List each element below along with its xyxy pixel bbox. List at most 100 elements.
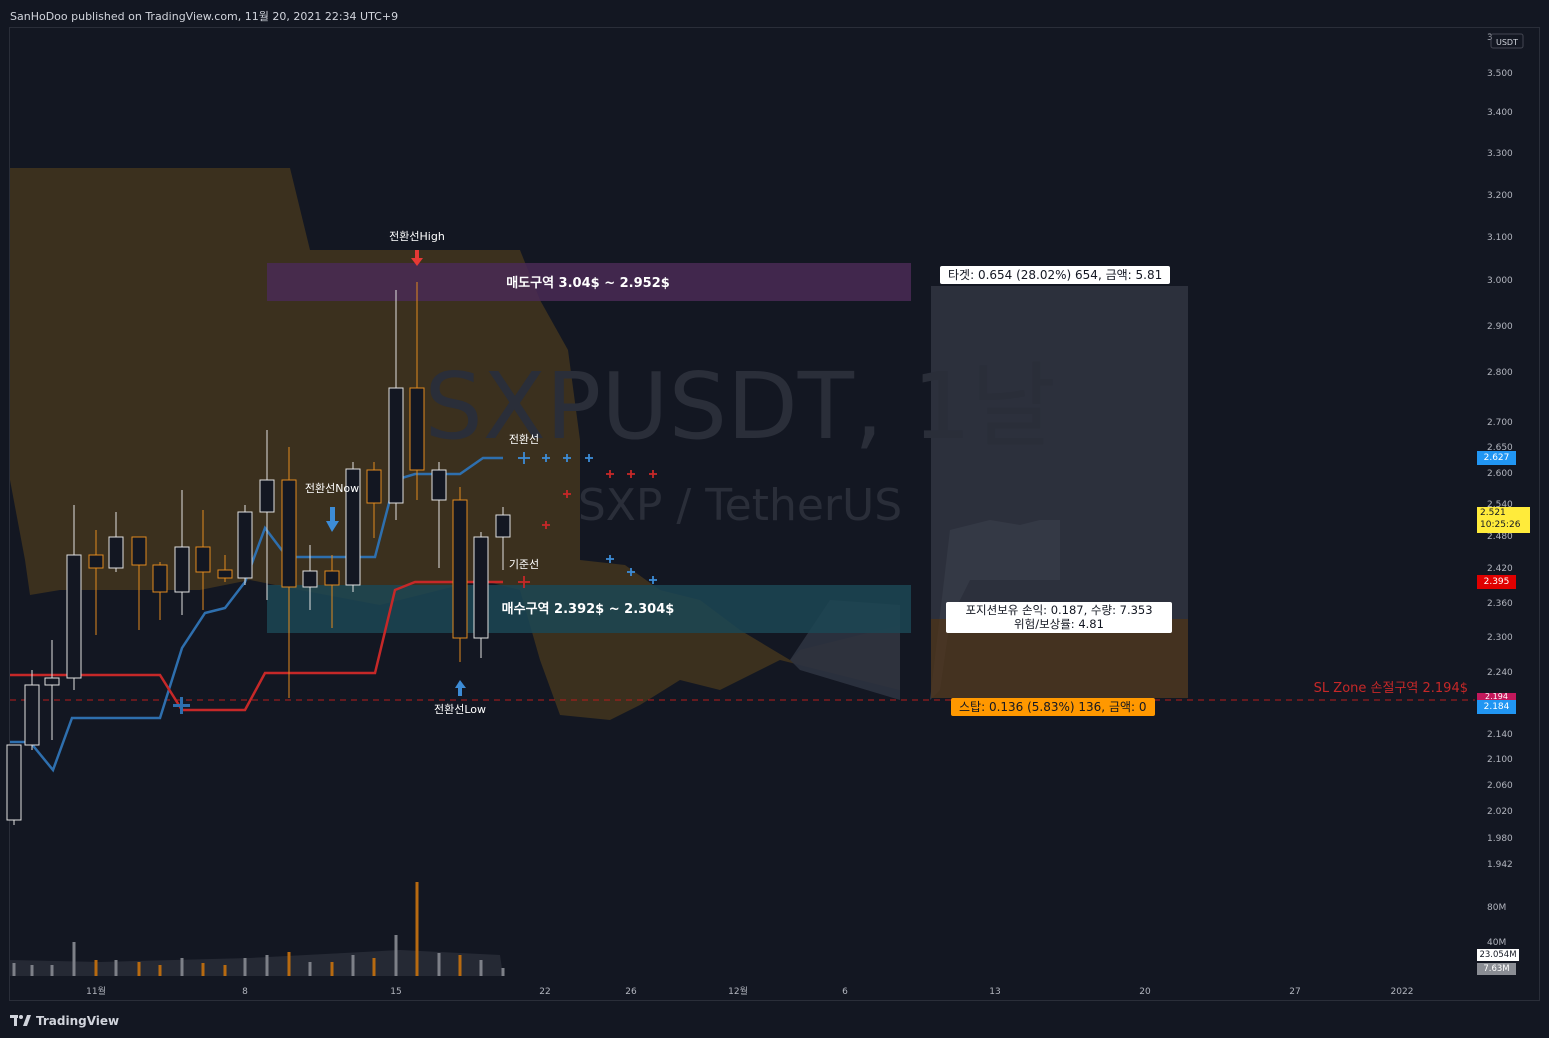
candle-body <box>66 554 82 679</box>
time-tick: 2022 <box>1391 987 1414 997</box>
time-tick: 6 <box>842 987 848 997</box>
candle-body <box>44 677 60 686</box>
candle-body <box>195 546 211 573</box>
price-tick: 3.500 <box>1487 69 1513 79</box>
volume-bar <box>243 958 247 976</box>
price-tick: 3.000 <box>1487 276 1513 286</box>
time-tick: 13 <box>989 987 1000 997</box>
volume-badge-2: 7.63M <box>1477 963 1516 975</box>
volume-bar <box>479 960 483 976</box>
base-line-label: 기준선 <box>509 558 539 571</box>
candle-body <box>431 469 447 501</box>
candle-body <box>108 536 124 569</box>
volume-bar <box>437 953 441 976</box>
price-tick: 2.300 <box>1487 633 1513 643</box>
price-tick: 1.980 <box>1487 834 1513 844</box>
price-tick: 2.020 <box>1487 807 1513 817</box>
volume-bar <box>501 968 505 976</box>
volume-bar <box>415 882 419 976</box>
candle-body <box>6 744 22 821</box>
sell-zone-label: 매도구역 3.04$ ~ 2.952$ <box>506 275 670 291</box>
target-text: 타겟: 0.654 (28.02%) 654, 금액: 5.81 <box>948 268 1163 282</box>
candle-body <box>495 514 511 538</box>
time-tick: 15 <box>390 987 401 997</box>
candle-body <box>152 564 168 593</box>
price-tick: 2.480 <box>1487 532 1513 542</box>
volume-bar <box>72 942 76 976</box>
volume-bar <box>330 962 334 976</box>
buy-zone-label: 매수구역 2.392$ ~ 2.304$ <box>502 601 675 617</box>
risk-reward-text: 위험/보상률: 4.81 <box>1014 617 1104 631</box>
time-tick: 8 <box>242 987 248 997</box>
time-tick: 26 <box>625 987 637 997</box>
candle-body <box>259 479 275 513</box>
stop-label[interactable]: 스탑: 0.136 (5.83%) 136, 금액: 0 <box>951 698 1155 716</box>
volume-bar <box>12 963 16 976</box>
price-tick: 2.700 <box>1487 418 1513 428</box>
volume-bar <box>458 955 462 976</box>
candle-body <box>131 536 147 566</box>
tradingview-logo-icon <box>10 1015 31 1026</box>
stop-text: 스탑: 0.136 (5.83%) 136, 금액: 0 <box>959 700 1147 714</box>
watermark-pair: SXP / TetherUS <box>578 480 902 531</box>
stop-price-badge: 2.184 <box>1477 700 1516 714</box>
candle-body <box>217 569 233 579</box>
conv-low-label: 전환선Low <box>434 703 486 716</box>
conv-high-label: 전환선High <box>389 230 445 243</box>
time-tick: 22 <box>539 987 550 997</box>
price-tick: 2.900 <box>1487 322 1513 332</box>
price-tick: 2.240 <box>1487 668 1513 678</box>
price-axis[interactable]: 33.5003.4003.3003.2003.1003.0002.9002.80… <box>1487 33 1513 948</box>
volume-bar <box>30 965 34 976</box>
target-label[interactable]: 타겟: 0.654 (28.02%) 654, 금액: 5.81 <box>940 266 1171 284</box>
candle-body <box>281 479 297 588</box>
price-tick: 40M <box>1487 938 1506 948</box>
volume-bar <box>372 958 376 976</box>
price-tick: 3.100 <box>1487 233 1513 243</box>
volume-ma-area <box>10 950 503 976</box>
volume-bar <box>351 955 355 976</box>
candle-body <box>388 387 404 504</box>
candle-body <box>24 684 40 746</box>
candle-body <box>366 469 382 504</box>
sl-zone-label: SL Zone 손절구역 2.194$ <box>1314 681 1468 696</box>
candle-body <box>452 499 468 639</box>
currency-label: USDT <box>1496 38 1518 47</box>
candle-body <box>473 536 489 639</box>
volume-bar <box>114 960 118 976</box>
conversion-price-badge: 2.627 <box>1477 451 1516 465</box>
volume-bar <box>287 952 291 976</box>
volume-bar <box>137 962 141 976</box>
time-tick: 11월 <box>86 985 106 997</box>
candle-body <box>409 387 425 471</box>
volume-bar <box>158 965 162 976</box>
tradingview-logo[interactable]: TradingView <box>10 1014 119 1028</box>
price-tick: 3.200 <box>1487 191 1513 201</box>
candle-body <box>324 570 340 586</box>
time-tick: 20 <box>1139 987 1151 997</box>
volume-bar <box>201 963 205 976</box>
candle-body <box>237 511 253 579</box>
price-tick: 1.942 <box>1487 860 1513 870</box>
volume-bar <box>50 965 54 976</box>
volume-bar <box>180 958 184 976</box>
chart-canvas[interactable]: SXPUSDT, 1날 SXP / TetherUS 전환선High 매도구역 … <box>0 0 1549 1038</box>
time-tick: 27 <box>1289 987 1300 997</box>
volume-bar <box>223 965 227 976</box>
volume-bars <box>10 882 505 976</box>
pnl-label[interactable]: 포지션보유 손익: 0.187, 수량: 7.353 위험/보상률: 4.81 <box>946 602 1172 633</box>
price-tick: 2.600 <box>1487 469 1513 479</box>
price-tick: 80M <box>1487 903 1506 913</box>
arrow-up-icon <box>455 680 466 696</box>
price-tick: 2.800 <box>1487 368 1513 378</box>
price-tick: 2.140 <box>1487 730 1513 740</box>
time-axis[interactable]: 11월 8 15 22 26 12월 6 13 20 27 2022 <box>86 985 1413 997</box>
conv-now-label: 전환선Now <box>305 482 359 495</box>
time-tick: 12월 <box>728 985 748 997</box>
price-tick: 3.400 <box>1487 108 1513 118</box>
footer: TradingView <box>0 1001 1549 1038</box>
candle-body <box>302 570 318 588</box>
price-tick: 2.420 <box>1487 564 1513 574</box>
pnl-text: 포지션보유 손익: 0.187, 수량: 7.353 <box>965 603 1153 617</box>
last-price-badge: 2.521 10:25:26 <box>1477 507 1530 533</box>
